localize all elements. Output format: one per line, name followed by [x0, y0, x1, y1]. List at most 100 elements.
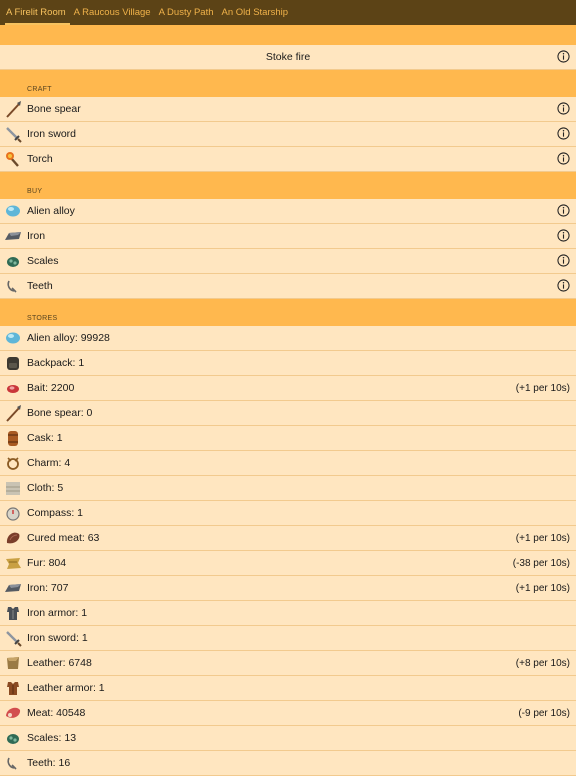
buy-item[interactable]: Alien alloy	[0, 199, 576, 224]
info-icon[interactable]	[557, 127, 570, 140]
craft-item[interactable]: Torch	[0, 147, 576, 172]
tab-raucous-village[interactable]: A Raucous Village	[70, 0, 155, 25]
rate-label: (+1 per 10s)	[515, 532, 570, 544]
store-item-label: Iron sword: 1	[27, 632, 88, 644]
leather-armor-icon	[7, 682, 19, 695]
torch-icon	[6, 152, 19, 167]
buy-item[interactable]: Teeth	[0, 274, 576, 299]
meat-icon	[6, 707, 21, 718]
stores-list: Alien alloy: 99928 Backpack: 1 Bait: 2200 (…	[0, 326, 576, 776]
iron-icon	[5, 232, 21, 240]
teeth-icon	[7, 280, 17, 293]
craft-item-label: Torch	[27, 153, 53, 165]
alien-alloy-icon	[6, 332, 20, 344]
store-item-label: Backpack: 1	[27, 357, 85, 369]
charm-icon	[7, 457, 19, 470]
buy-list: Alien alloy Iron Scales Teeth	[0, 199, 576, 299]
store-item-label: Alien alloy: 99928	[27, 332, 110, 344]
store-item: Bait: 2200 (+1 per 10s)	[0, 376, 576, 401]
craft-item[interactable]: Bone spear	[0, 97, 576, 122]
craft-list: Bone spear Iron sword Torch	[0, 97, 576, 172]
rate-label: (-38 per 10s)	[512, 557, 570, 569]
store-item: Meat: 40548 (-9 per 10s)	[0, 701, 576, 726]
craft-item-label: Iron sword	[27, 128, 77, 140]
iron-sword-icon	[6, 127, 22, 143]
store-item-label: Meat: 40548	[27, 707, 86, 719]
store-item: Backpack: 1	[0, 351, 576, 376]
stores-section-header: STORES	[0, 299, 576, 326]
store-item-label: Charm: 4	[27, 457, 71, 469]
store-item: Iron armor: 1	[0, 601, 576, 626]
cask-icon	[8, 431, 18, 446]
buy-item-label: Teeth	[27, 280, 53, 292]
store-item: Alien alloy: 99928	[0, 326, 576, 351]
store-item: Cured meat: 63 (+1 per 10s)	[0, 526, 576, 551]
info-icon[interactable]	[557, 229, 570, 242]
scales-icon	[7, 257, 19, 267]
store-item-label: Bone spear: 0	[27, 407, 93, 419]
store-item-label: Scales: 13	[27, 732, 77, 744]
store-item-label: Teeth: 16	[27, 757, 71, 769]
buy-item[interactable]: Scales	[0, 249, 576, 274]
rate-label: (+1 per 10s)	[515, 582, 570, 594]
iron-sword-icon	[6, 631, 22, 647]
top-spacer	[0, 25, 576, 45]
rate-label: (+8 per 10s)	[515, 657, 570, 669]
craft-item[interactable]: Iron sword	[0, 122, 576, 147]
buy-item[interactable]: Iron	[0, 224, 576, 249]
bait-icon	[7, 385, 19, 393]
stores-header-label: STORES	[27, 315, 58, 322]
store-item-label: Cask: 1	[27, 432, 63, 444]
backpack-icon	[7, 357, 19, 370]
rate-label: (-9 per 10s)	[518, 707, 570, 719]
store-item-label: Leather: 6748	[27, 657, 92, 669]
store-item-label: Cloth: 5	[27, 482, 64, 494]
store-item: Charm: 4	[0, 451, 576, 476]
iron-icon	[5, 584, 21, 592]
buy-section-header: BUY	[0, 172, 576, 199]
rate-label: (+1 per 10s)	[515, 382, 570, 394]
cloth-icon	[6, 482, 20, 495]
scales-icon	[7, 734, 19, 744]
store-item-label: Cured meat: 63	[27, 532, 100, 544]
store-item-label: Compass: 1	[27, 507, 84, 519]
tab-dusty-path[interactable]: A Dusty Path	[155, 0, 218, 25]
leather-icon	[7, 657, 19, 669]
tab-bar: A Firelit Room A Raucous Village A Dusty…	[0, 0, 576, 25]
tab-old-starship[interactable]: An Old Starship	[218, 0, 293, 25]
craft-item-label: Bone spear	[27, 103, 81, 115]
teeth-icon	[7, 757, 17, 770]
buy-header-label: BUY	[27, 188, 43, 195]
store-item-label: Iron: 707	[27, 582, 69, 594]
store-item: Leather armor: 1	[0, 676, 576, 701]
store-item: Cloth: 5	[0, 476, 576, 501]
store-item: Bone spear: 0	[0, 401, 576, 426]
store-item: Teeth: 16	[0, 751, 576, 776]
info-icon[interactable]	[557, 254, 570, 267]
craft-section-header: CRAFT	[0, 70, 576, 97]
store-item: Fur: 804 (-38 per 10s)	[0, 551, 576, 576]
info-icon[interactable]	[557, 50, 570, 63]
fur-icon	[6, 558, 21, 569]
store-item: Cask: 1	[0, 426, 576, 451]
craft-header-label: CRAFT	[27, 86, 52, 93]
buy-item-label: Iron	[27, 230, 46, 242]
store-item: Compass: 1	[0, 501, 576, 526]
tab-firelit-room[interactable]: A Firelit Room	[2, 0, 70, 25]
info-icon[interactable]	[557, 279, 570, 292]
store-item: Leather: 6748 (+8 per 10s)	[0, 651, 576, 676]
store-item-label: Iron armor: 1	[27, 607, 88, 619]
alien-alloy-icon	[6, 205, 20, 217]
store-item: Iron sword: 1	[0, 626, 576, 651]
store-item: Scales: 13	[0, 726, 576, 751]
buy-item-label: Alien alloy	[27, 205, 75, 217]
stoke-fire-label: Stoke fire	[265, 51, 311, 63]
stoke-fire-button[interactable]: Stoke fire	[0, 45, 576, 70]
store-item-label: Leather armor: 1	[27, 682, 105, 694]
buy-item-label: Scales	[27, 255, 59, 267]
store-item-label: Fur: 804	[27, 557, 67, 569]
info-icon[interactable]	[557, 204, 570, 217]
info-icon[interactable]	[557, 152, 570, 165]
iron-armor-icon	[7, 607, 19, 620]
info-icon[interactable]	[557, 102, 570, 115]
